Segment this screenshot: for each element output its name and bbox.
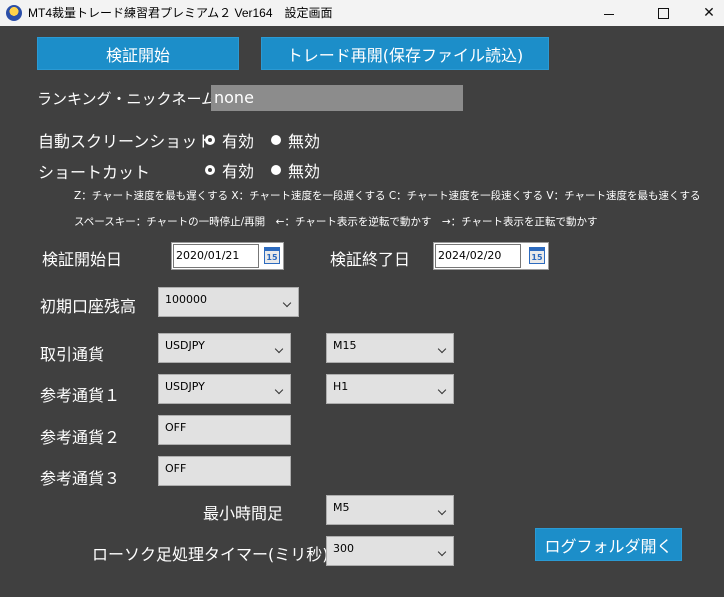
calendar-icon[interactable]: 15 (264, 247, 280, 264)
chevron-down-icon (437, 547, 447, 557)
end-date-label: 検証終了日 (330, 250, 411, 269)
auto-screenshot-on-radio[interactable]: 有効 (205, 128, 254, 152)
chevron-down-icon (437, 385, 447, 395)
radio-label: 有効 (222, 132, 255, 151)
shortcut-help-line2: スペースキー：チャートの一時停止/再開 ←：チャート表示を逆転で動かす →：チャ… (74, 216, 598, 228)
radio-label: 無効 (288, 162, 321, 181)
chevron-down-icon (282, 298, 292, 308)
ref-currency-1-select[interactable]: USDJPY (158, 374, 291, 404)
chevron-down-icon (274, 344, 284, 354)
chevron-down-icon (437, 344, 447, 354)
start-verify-button[interactable]: 検証開始 (37, 37, 239, 70)
minimize-icon (604, 13, 614, 15)
ref-currency-3-value: OFF (165, 462, 187, 475)
ref-currency-2-select[interactable]: OFF (158, 415, 291, 445)
trade-timeframe-select[interactable]: M15 (326, 333, 454, 363)
start-date-picker[interactable]: 2020/01/21 15 (171, 242, 284, 270)
auto-screenshot-label: 自動スクリーンショット (38, 132, 214, 151)
maximize-button[interactable] (640, 0, 686, 26)
radio-label: 無効 (288, 132, 321, 151)
shortcut-help-line1: Z：チャート速度を最も遅くする X：チャート速度を一段遅くする C：チャート速度… (74, 190, 701, 202)
initial-balance-label: 初期口座残高 (40, 297, 137, 316)
ref-currency-2-label: 参考通貨２ (40, 428, 121, 447)
end-date-picker[interactable]: 2024/02/20 15 (433, 242, 549, 270)
radio-unselected-icon (271, 165, 281, 175)
ref-currency-3-select[interactable]: OFF (158, 456, 291, 486)
start-date-value[interactable]: 2020/01/21 (173, 244, 259, 268)
maximize-icon (657, 7, 669, 19)
ref-timeframe-1-value: H1 (333, 380, 349, 393)
close-button[interactable]: ✕ (686, 0, 724, 26)
candle-timer-label: ローソク足処理タイマー(ミリ秒) (92, 545, 329, 564)
radio-selected-icon (205, 165, 215, 175)
candle-timer-value: 300 (333, 542, 354, 555)
app-icon (6, 5, 22, 21)
ref-currency-1-label: 参考通貨１ (40, 386, 121, 405)
title-bar: MT4裁量トレード練習君プレミアム２ Ver164 設定画面 ✕ (0, 0, 724, 26)
trade-currency-label: 取引通貨 (40, 345, 105, 364)
window-title: MT4裁量トレード練習君プレミアム２ Ver164 設定画面 (28, 6, 333, 20)
candle-timer-select[interactable]: 300 (326, 536, 454, 566)
radio-selected-icon (205, 135, 215, 145)
min-timeframe-label: 最小時間足 (203, 504, 284, 523)
shortcut-on-radio[interactable]: 有効 (205, 158, 254, 182)
open-log-folder-button[interactable]: ログフォルダ開く (535, 528, 682, 561)
initial-balance-select[interactable]: 100000 (158, 287, 299, 317)
trade-currency-select[interactable]: USDJPY (158, 333, 291, 363)
resume-trade-button[interactable]: トレード再開(保存ファイル読込) (261, 37, 549, 70)
minimize-button[interactable] (586, 0, 632, 26)
min-timeframe-value: M5 (333, 501, 350, 514)
chevron-down-icon (437, 506, 447, 516)
nickname-input[interactable]: none (211, 85, 463, 111)
nickname-label: ランキング・ニックネーム (37, 90, 217, 108)
shortcut-off-radio[interactable]: 無効 (271, 158, 320, 182)
start-date-label: 検証開始日 (42, 250, 123, 269)
close-icon: ✕ (703, 5, 715, 21)
initial-balance-value: 100000 (165, 293, 207, 306)
trade-timeframe-value: M15 (333, 339, 357, 352)
trade-currency-value: USDJPY (165, 339, 205, 352)
ref-currency-1-value: USDJPY (165, 380, 205, 393)
ref-currency-3-label: 参考通貨３ (40, 469, 121, 488)
ref-currency-2-value: OFF (165, 421, 187, 434)
auto-screenshot-off-radio[interactable]: 無効 (271, 128, 320, 152)
shortcut-label: ショートカット (38, 163, 151, 182)
end-date-value[interactable]: 2024/02/20 (435, 244, 521, 268)
radio-label: 有効 (222, 162, 255, 181)
min-timeframe-select[interactable]: M5 (326, 495, 454, 525)
ref-timeframe-1-select[interactable]: H1 (326, 374, 454, 404)
chevron-down-icon (274, 385, 284, 395)
radio-unselected-icon (271, 135, 281, 145)
calendar-icon[interactable]: 15 (529, 247, 545, 264)
